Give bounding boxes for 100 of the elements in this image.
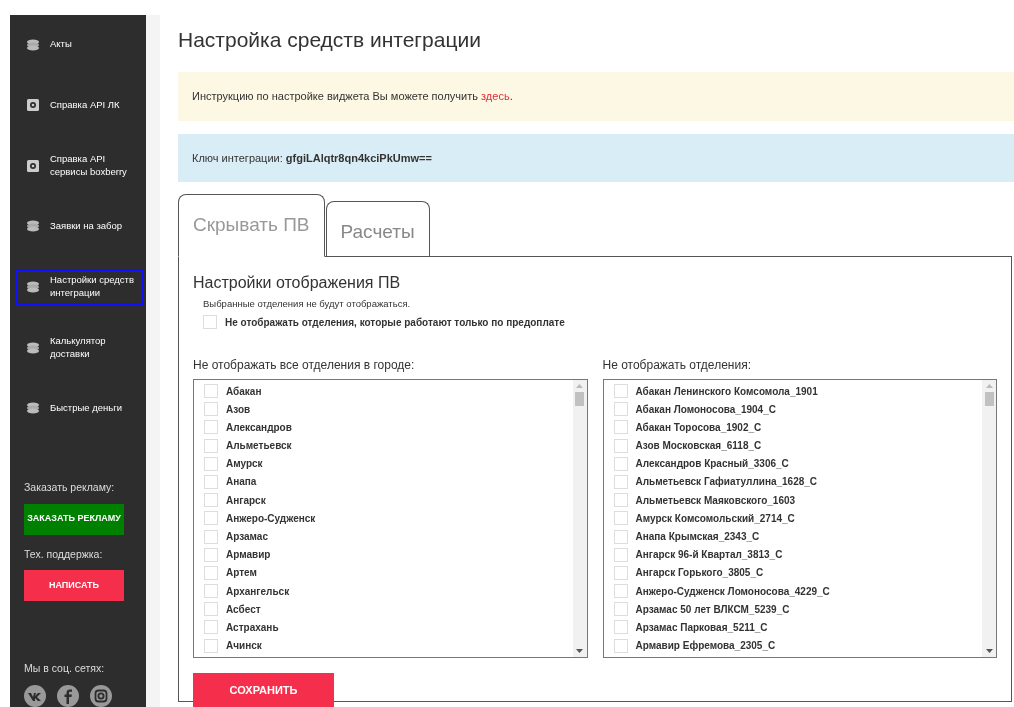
checkbox[interactable] bbox=[613, 638, 628, 653]
checkbox-label: Абакан Ленинского Комсомола_1901 bbox=[635, 384, 818, 399]
checkbox[interactable] bbox=[613, 547, 628, 562]
scroll-thumb[interactable] bbox=[984, 391, 994, 406]
checkbox[interactable] bbox=[204, 511, 218, 526]
checkbox[interactable] bbox=[204, 529, 218, 544]
write-button[interactable]: НАПИСАТЬ bbox=[24, 570, 124, 602]
checkbox[interactable] bbox=[613, 620, 628, 635]
social-label: Мы в соц. сетях: bbox=[24, 661, 106, 677]
key-value: gfgiLAlqtr8qn4kciPkUmw== bbox=[285, 151, 432, 164]
gear-icon bbox=[27, 98, 39, 111]
sidebar-item[interactable]: Справка API сервисы boxberry bbox=[16, 147, 144, 184]
sidebar-item[interactable]: Справка API ЛК bbox=[16, 87, 144, 123]
checkbox[interactable] bbox=[204, 493, 218, 508]
checkbox[interactable] bbox=[613, 511, 628, 526]
ad-label: Заказать рекламу: bbox=[24, 479, 116, 495]
checkbox[interactable] bbox=[613, 529, 628, 544]
checkbox[interactable] bbox=[204, 384, 218, 399]
vk-icon[interactable] bbox=[24, 685, 46, 707]
checkbox-label: Альметьевск Маяковского_1603 bbox=[635, 493, 796, 508]
panel-title: Настройки отображения ПВ bbox=[193, 272, 402, 293]
checkbox[interactable] bbox=[204, 547, 218, 562]
stack-icon bbox=[27, 38, 39, 51]
sidebar-item[interactable]: Калькулятор доставки bbox=[16, 329, 144, 366]
scroll-thumb[interactable] bbox=[575, 391, 584, 406]
checkbox[interactable] bbox=[204, 584, 218, 599]
checkbox-label: Анжеро-Судженск Ломоносова_4229_С bbox=[635, 584, 830, 599]
stack-icon bbox=[27, 280, 39, 293]
checkbox-label: Абакан Торосова_1902_С bbox=[635, 420, 762, 435]
checkbox[interactable] bbox=[613, 438, 628, 453]
checkbox-label: Амурск Комсомольский_2714_С bbox=[635, 511, 795, 526]
list-heading: Не отображать все отделения в городе: bbox=[193, 356, 416, 374]
checkbox[interactable] bbox=[613, 584, 628, 599]
page-title: Настройка средств интеграции bbox=[178, 27, 482, 53]
checkbox-label: Александров Красный_3306_С bbox=[635, 457, 789, 472]
checkbox-label: Армавир Ефремова_2305_С bbox=[635, 639, 776, 654]
checkbox-label: Армавир bbox=[226, 548, 271, 563]
checkbox[interactable] bbox=[204, 602, 218, 617]
facebook-icon[interactable] bbox=[57, 685, 79, 707]
checkbox-label: Арзамас 50 лет ВЛКСМ_5239_С bbox=[635, 602, 790, 617]
checkbox[interactable] bbox=[613, 602, 628, 617]
checkbox[interactable] bbox=[204, 438, 218, 453]
checkbox-label: Ангарск Горького_3805_С bbox=[635, 566, 764, 581]
checkbox-label: Азов Московская_6118_С bbox=[635, 439, 762, 454]
checkbox[interactable] bbox=[613, 493, 628, 508]
checkbox-label: Ангарск bbox=[226, 493, 266, 508]
checkbox[interactable] bbox=[613, 474, 628, 489]
checkbox-label: Арзамас Парковая_5211_С bbox=[635, 620, 768, 635]
key-label: Ключ интеграции: bbox=[192, 151, 284, 164]
checkbox-label: Асбест bbox=[226, 602, 261, 617]
sidebar-item[interactable]: Быстрые деньги bbox=[16, 390, 144, 427]
checkbox[interactable] bbox=[204, 620, 218, 635]
checkbox[interactable] bbox=[204, 420, 218, 435]
scroll-up-icon bbox=[985, 383, 993, 388]
stack-icon bbox=[27, 220, 39, 233]
checkbox-label: Альметьевск Гафиатуллина_1628_С bbox=[635, 475, 818, 490]
checkbox[interactable] bbox=[613, 565, 628, 580]
checkbox-label: Александров bbox=[226, 420, 292, 435]
hint-text: Выбранные отделения не будут отображаться. bbox=[203, 296, 412, 311]
instruction-link[interactable]: здесь bbox=[481, 90, 510, 103]
checkbox[interactable] bbox=[613, 456, 628, 471]
scroll-down-icon bbox=[576, 648, 583, 653]
checkbox-label: Азов bbox=[226, 402, 251, 417]
checkbox-label: Архангельск bbox=[226, 584, 290, 599]
checkbox-label: Анапа bbox=[226, 475, 257, 490]
checkbox[interactable] bbox=[204, 402, 218, 417]
sidebar-item[interactable]: Настройки средств интеграции bbox=[16, 268, 144, 305]
stack-icon bbox=[27, 402, 39, 415]
checkbox[interactable] bbox=[204, 638, 218, 653]
checkbox-label: Альметьевск bbox=[226, 439, 292, 454]
checkbox[interactable] bbox=[204, 456, 218, 471]
checkbox[interactable] bbox=[613, 420, 628, 435]
scrollbar[interactable] bbox=[982, 379, 996, 657]
order-ad-button[interactable]: ЗАКАЗАТЬ РЕКЛАМУ bbox=[24, 503, 124, 535]
checkbox-label: Арзамас bbox=[226, 530, 268, 545]
sidebar-item[interactable]: Акты bbox=[16, 27, 144, 63]
checkbox-label: Артем bbox=[226, 566, 257, 581]
scrollbar[interactable] bbox=[572, 379, 587, 657]
checkbox-label: Не отображать отделения, которые работают только по предоплате bbox=[225, 315, 565, 330]
checkbox-label: Абакан bbox=[226, 384, 262, 399]
scroll-up-icon bbox=[576, 383, 583, 388]
tab[interactable]: Расчеты bbox=[325, 200, 430, 256]
checkbox[interactable] bbox=[203, 315, 217, 330]
checkbox[interactable] bbox=[613, 384, 628, 399]
checkbox-label: Амурск bbox=[226, 457, 263, 472]
checkbox-label: Анжеро-Судженск bbox=[226, 511, 316, 526]
list-heading: Не отображать отделения: bbox=[602, 356, 752, 374]
checkbox-label: Астрахань bbox=[226, 620, 279, 635]
gear-icon bbox=[27, 159, 39, 172]
checkbox-label: Абакан Ломоносова_1904_С bbox=[635, 402, 776, 417]
checkbox[interactable] bbox=[204, 565, 218, 580]
checkbox[interactable] bbox=[613, 402, 628, 417]
checkbox-label: Анапа Крымская_2343_С bbox=[635, 530, 760, 545]
checkbox-label: Ачинск bbox=[226, 639, 262, 654]
instagram-icon[interactable] bbox=[90, 685, 112, 707]
checkbox[interactable] bbox=[204, 474, 218, 489]
stack-icon bbox=[27, 341, 39, 354]
checkbox-label: Ангарск 96-й Квартал_3813_С bbox=[635, 548, 783, 563]
sidebar-item[interactable]: Заявки на забор bbox=[16, 208, 144, 244]
save-button[interactable]: СОХРАНИТЬ bbox=[193, 672, 334, 707]
